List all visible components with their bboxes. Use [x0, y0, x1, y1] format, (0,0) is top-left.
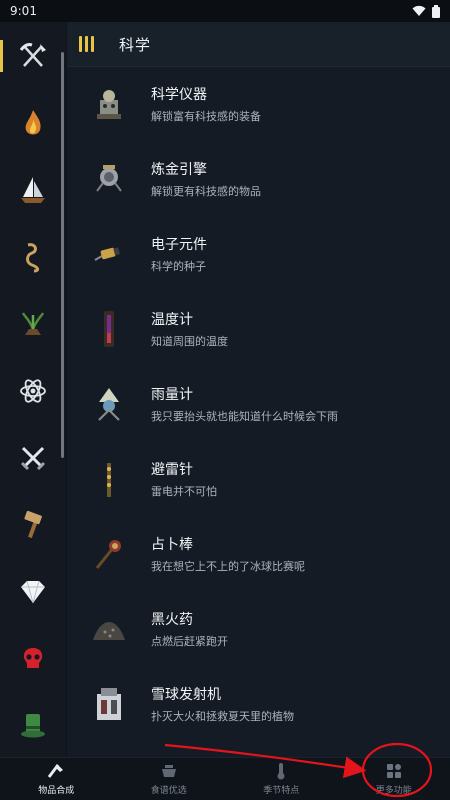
sidebar-item-nautical[interactable] — [0, 156, 66, 223]
item-description: 解锁富有科技感的装备 — [151, 109, 261, 123]
sidebar-item-structures[interactable] — [0, 491, 66, 558]
item-description: 知道周围的温度 — [151, 334, 228, 348]
sidebar-item-tools[interactable] — [0, 22, 66, 89]
tab-more[interactable]: 更多功能 — [338, 758, 450, 800]
item-name: 电子元件 — [151, 236, 207, 253]
item-description: 点燃后赶紧跑开 — [151, 634, 228, 648]
crossed-swords-icon — [20, 446, 46, 470]
recipe-panel: 科学 科学仪器 解锁富有科技感的装备 炼金引擎 解锁更有科技感的物品 电子元件 … — [67, 22, 450, 758]
list-item[interactable]: 科学仪器 解锁富有科技感的装备 — [67, 66, 450, 141]
battery-icon — [432, 4, 440, 18]
category-sidebar[interactable] — [0, 22, 67, 758]
diamond-icon — [21, 580, 45, 603]
divining-rod-icon — [87, 532, 131, 576]
thermometer-icon — [87, 307, 131, 351]
thermometer-tab-icon — [271, 761, 291, 781]
sidebar-item-magic[interactable] — [0, 625, 66, 692]
item-description: 雷电并不可怕 — [151, 484, 217, 498]
item-description: 科学的种子 — [151, 259, 206, 273]
list-item[interactable]: 占卜棒 我在想它上不上的了冰球比赛呢 — [67, 516, 450, 591]
item-name: 温度计 — [151, 311, 193, 328]
fire-icon — [25, 109, 41, 134]
tab-crafting[interactable]: 物品合成 — [0, 758, 113, 800]
atom-science-icon — [20, 378, 46, 403]
sailboat-icon — [21, 176, 45, 203]
ice-flingomatic-icon — [87, 682, 131, 726]
tab-seasons[interactable]: 季节特点 — [225, 758, 338, 800]
item-description: 我在想它上不上的了冰球比赛呢 — [151, 559, 305, 573]
list-item[interactable]: 雪球发射机 扑灭大火和拯救夏天里的植物 — [67, 666, 450, 741]
rainometer-icon — [87, 382, 131, 426]
red-skull-icon — [23, 647, 43, 668]
tab-label: 食谱优选 — [150, 786, 187, 796]
item-name: 避雷针 — [151, 461, 193, 478]
list-item[interactable]: 温度计 知道周围的温度 — [67, 291, 450, 366]
status-time: 9:01 — [10, 4, 37, 18]
status-bar: 9:01 — [0, 0, 450, 22]
lightning-rod-icon — [87, 457, 131, 501]
rope-icon — [26, 242, 40, 272]
crafting-icon — [46, 761, 66, 781]
science-machine-icon — [87, 82, 131, 126]
list-item[interactable]: 电子元件 科学的种子 — [67, 216, 450, 291]
item-name: 炼金引擎 — [151, 161, 207, 178]
tab-label: 物品合成 — [38, 786, 75, 796]
bottom-nav: 物品合成 食谱优选 季节特点 更多功能 — [0, 757, 450, 800]
sidebar-item-refine[interactable] — [0, 558, 66, 625]
sidebar-item-light[interactable] — [0, 89, 66, 156]
item-description: 解锁更有科技感的物品 — [151, 184, 261, 198]
crockpot-icon — [159, 761, 179, 781]
list-item[interactable]: 雨量计 我只要抬头就也能知道什么时候会下雨 — [67, 366, 450, 441]
item-description: 我只要抬头就也能知道什么时候会下雨 — [151, 409, 338, 423]
farm-plant-icon — [21, 311, 45, 335]
item-name: 占卜棒 — [151, 536, 193, 553]
tab-label: 更多功能 — [375, 786, 412, 796]
status-icons — [412, 4, 440, 18]
sidebar-item-science[interactable] — [0, 357, 66, 424]
more-functions-icon — [384, 761, 404, 781]
item-name: 科学仪器 — [151, 86, 207, 103]
alchemy-engine-icon — [87, 157, 131, 201]
gunpowder-icon — [87, 607, 131, 651]
page-title: 科学 — [119, 35, 152, 54]
wifi-icon — [412, 5, 426, 16]
category-header: 科学 — [67, 22, 450, 67]
list-item[interactable]: 黑火药 点燃后赶紧跑开 — [67, 591, 450, 666]
green-top-hat-icon — [21, 713, 45, 737]
recipe-list[interactable]: 科学仪器 解锁富有科技感的装备 炼金引擎 解锁更有科技感的物品 电子元件 科学的… — [67, 66, 450, 758]
pickaxe-axe-icon — [19, 42, 46, 67]
item-name: 雪球发射机 — [151, 686, 221, 703]
menu-bars-icon[interactable] — [79, 36, 99, 52]
electrical-doodad-icon — [87, 232, 131, 276]
list-item[interactable]: 炼金引擎 解锁更有科技感的物品 — [67, 141, 450, 216]
item-name: 黑火药 — [151, 611, 193, 628]
sidebar-item-fight[interactable] — [0, 424, 66, 491]
sidebar-item-dress[interactable] — [0, 692, 66, 759]
item-description: 扑灭大火和拯救夏天里的植物 — [151, 709, 294, 723]
tab-recipes[interactable]: 食谱优选 — [113, 758, 226, 800]
sidebar-item-food[interactable] — [0, 290, 66, 357]
list-item[interactable]: 避雷针 雷电并不可怕 — [67, 441, 450, 516]
hammer-icon — [24, 510, 42, 538]
sidebar-item-survival[interactable] — [0, 223, 66, 290]
tab-label: 季节特点 — [263, 786, 300, 796]
item-name: 雨量计 — [151, 386, 193, 403]
